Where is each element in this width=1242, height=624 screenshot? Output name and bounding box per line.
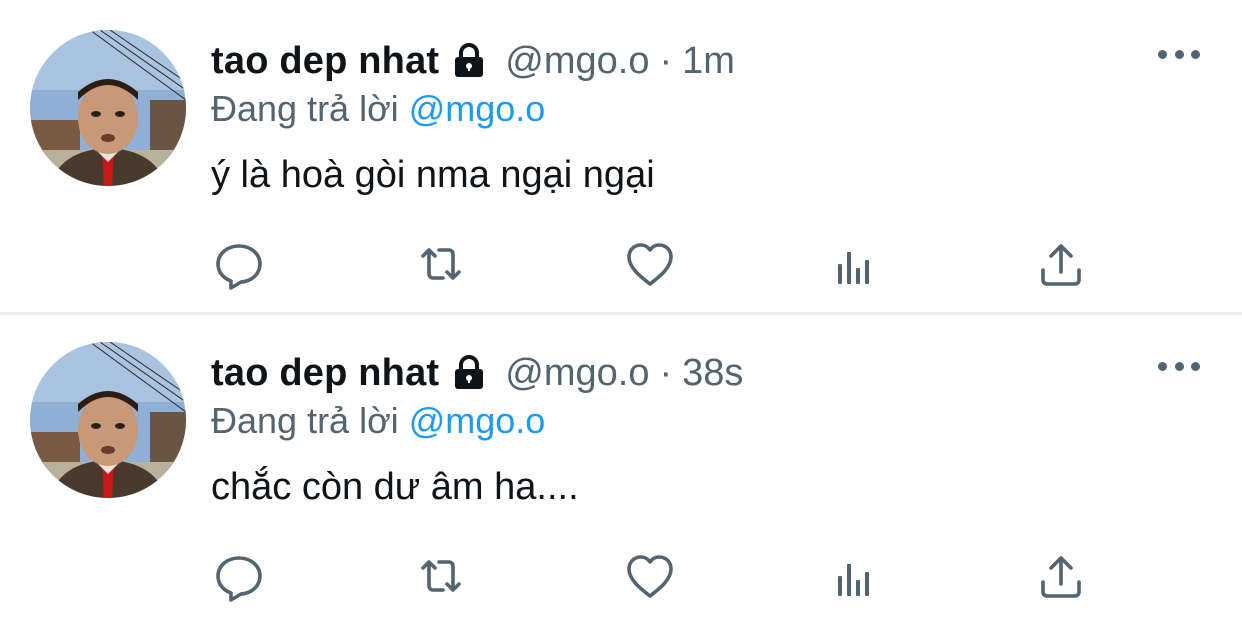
- timestamp[interactable]: 1m: [682, 40, 735, 83]
- replying-to-label: Đang trả lời: [211, 400, 399, 441]
- reply-icon[interactable]: [213, 550, 265, 602]
- replying-to-label: Đang trả lời: [211, 88, 399, 129]
- lock-icon: [449, 353, 489, 393]
- retweet-icon[interactable]: [415, 238, 467, 290]
- avatar[interactable]: [30, 342, 186, 498]
- separator: ·: [659, 351, 673, 394]
- tweet-header: tao dep nhat @mgo.o · 38s: [211, 350, 743, 396]
- handle[interactable]: @mgo.o: [505, 352, 649, 395]
- share-icon[interactable]: [1035, 550, 1087, 602]
- replying-to: Đang trả lời @mgo.o: [211, 400, 545, 442]
- avatar-image: [30, 30, 186, 186]
- display-name[interactable]: tao dep nhat: [211, 40, 439, 83]
- mention-link[interactable]: @mgo.o: [409, 88, 546, 129]
- lock-icon: [449, 41, 489, 81]
- tweet-text: chắc còn dư âm ha....: [211, 466, 579, 508]
- more-icon[interactable]: [1158, 352, 1200, 380]
- tweet-text: ý là hoà gòi nma ngại ngại: [211, 154, 655, 196]
- share-icon[interactable]: [1035, 238, 1087, 290]
- analytics-icon[interactable]: [829, 550, 881, 602]
- handle[interactable]: @mgo.o: [505, 40, 649, 83]
- display-name[interactable]: tao dep nhat: [211, 352, 439, 395]
- avatar-image: [30, 342, 186, 498]
- replying-to: Đang trả lời @mgo.o: [211, 88, 545, 130]
- tweet-header: tao dep nhat @mgo.o · 1m: [211, 38, 735, 84]
- tweet[interactable]: tao dep nhat @mgo.o · 38s Đang trả lời @m…: [0, 312, 1242, 624]
- timestamp[interactable]: 38s: [682, 352, 743, 395]
- avatar[interactable]: [30, 30, 186, 186]
- like-icon[interactable]: [624, 238, 676, 290]
- analytics-icon[interactable]: [829, 238, 881, 290]
- like-icon[interactable]: [624, 550, 676, 602]
- reply-icon[interactable]: [213, 238, 265, 290]
- retweet-icon[interactable]: [415, 550, 467, 602]
- separator: ·: [659, 39, 673, 82]
- more-icon[interactable]: [1158, 40, 1200, 68]
- tweet[interactable]: tao dep nhat @mgo.o · 1m Đang trả lời @mg…: [0, 0, 1242, 312]
- mention-link[interactable]: @mgo.o: [409, 400, 546, 441]
